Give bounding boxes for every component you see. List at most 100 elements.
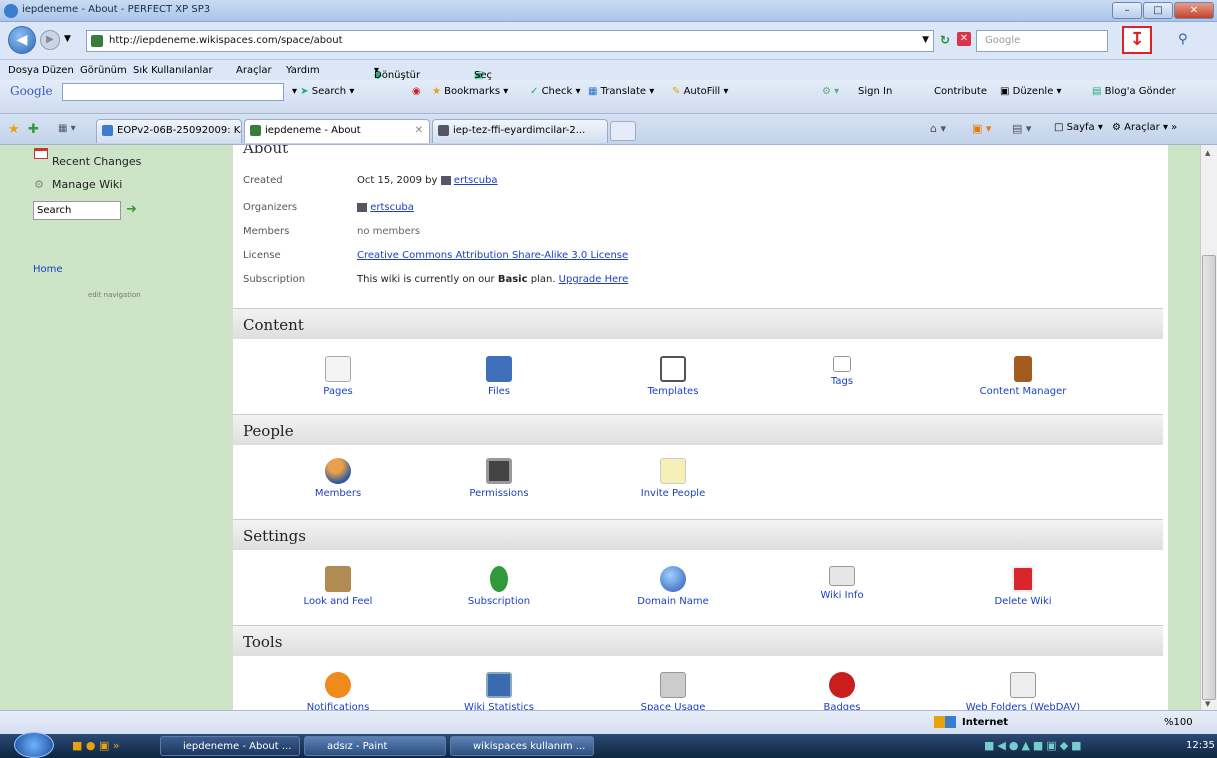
web-folders-link[interactable]: Web Folders (WebDAV) [948, 702, 1098, 710]
taskbar-item-paint[interactable]: adsız - Paint [304, 736, 446, 756]
files-link[interactable]: Files [434, 386, 564, 397]
start-button[interactable] [14, 732, 54, 758]
notifications-link[interactable]: Notifications [273, 702, 403, 710]
signin-button[interactable]: Sign In [858, 86, 892, 97]
bookmarks-button[interactable]: ★ Bookmarks ▾ [432, 86, 508, 97]
recent-changes-link[interactable]: Recent Changes [52, 155, 141, 168]
license-link[interactable]: Creative Commons Attribution Share-Alike… [357, 250, 628, 261]
back-button[interactable]: ◀ [8, 26, 36, 54]
tags-item[interactable]: Tags [777, 356, 907, 387]
quicklaunch-icons[interactable]: ■ ● ▣ » [72, 739, 120, 752]
notifications-item[interactable]: Notifications [273, 672, 403, 710]
organizer-link[interactable]: ertscuba [370, 202, 414, 213]
check-button[interactable]: ✓ Check ▾ [530, 86, 581, 97]
tab-eopv2[interactable]: EOPv2-06B-25092009: Katıl... [96, 119, 242, 143]
stop-button[interactable]: ✕ [957, 32, 971, 46]
page-menu[interactable]: □ Sayfa ▾ [1054, 122, 1103, 133]
invite-people-link[interactable]: Invite People [608, 488, 738, 499]
close-tab-icon[interactable]: ✕ [415, 125, 423, 136]
home-icon[interactable]: ⌂ ▾ [930, 122, 946, 135]
content-manager-link[interactable]: Content Manager [948, 386, 1098, 397]
permissions-link[interactable]: Permissions [434, 488, 564, 499]
permissions-item[interactable]: Permissions [434, 458, 564, 499]
templates-item[interactable]: Templates [608, 356, 738, 397]
history-dropdown-icon[interactable]: ▼ [64, 34, 71, 44]
tools-menu[interactable]: ⚙ Araçlar ▾ » [1112, 122, 1177, 133]
wiki-info-item[interactable]: Wiki Info [777, 566, 907, 601]
menu-help[interactable]: Yardım [286, 65, 320, 76]
wiki-info-link[interactable]: Wiki Info [777, 590, 907, 601]
files-item[interactable]: Files [434, 356, 564, 397]
download-arrow-icon[interactable]: ↧ [1122, 26, 1152, 54]
refresh-button[interactable]: ↻ [940, 33, 950, 47]
delete-wiki-link[interactable]: Delete Wiki [948, 596, 1098, 607]
members-item[interactable]: Members [273, 458, 403, 499]
look-and-feel-link[interactable]: Look and Feel [273, 596, 403, 607]
scroll-up-arrow-icon[interactable]: ▲ [1205, 149, 1210, 157]
sidebar-search-input[interactable]: Search [33, 201, 121, 220]
tags-link[interactable]: Tags [777, 376, 907, 387]
autofill-button[interactable]: ✎ AutoFill ▾ [672, 86, 728, 97]
google-search-input[interactable] [62, 83, 284, 101]
web-folders-item[interactable]: Web Folders (WebDAV) [948, 672, 1098, 710]
wiki-statistics-link[interactable]: Wiki Statistics [434, 702, 564, 710]
minimize-button[interactable]: – [1112, 2, 1142, 19]
vertical-scrollbar[interactable]: ▲ ▼ [1200, 145, 1217, 710]
taskbar-item-wikispaces[interactable]: wikispaces kullanım ... [450, 736, 594, 756]
badges-item[interactable]: Badges [777, 672, 907, 710]
domain-name-item[interactable]: Domain Name [608, 566, 738, 607]
domain-name-link[interactable]: Domain Name [608, 596, 738, 607]
close-window-button[interactable]: ✕ [1174, 2, 1214, 19]
convert-button[interactable]: ◆ Dönüştür ▾ [374, 65, 420, 81]
tab-iep-tez[interactable]: iep-tez-ffi-eyardimcilar-2... [432, 119, 608, 143]
invite-people-item[interactable]: Invite People [608, 458, 738, 499]
settings-wrench-icon[interactable]: ⚙ ▾ [822, 86, 839, 97]
subscription-item[interactable]: Subscription [434, 566, 564, 607]
new-tab-button[interactable] [610, 121, 636, 141]
menu-view[interactable]: Görünüm [80, 65, 127, 76]
zoom-level[interactable]: %100 [1164, 717, 1193, 728]
creator-link[interactable]: ertscuba [454, 175, 498, 186]
tab-iepdeneme-about[interactable]: iepdeneme - About ✕ [244, 119, 430, 143]
subscription-link[interactable]: Subscription [434, 596, 564, 607]
google-search-button[interactable]: ▾ ➤ Search ▾ [292, 86, 354, 97]
menu-file[interactable]: Dosya [8, 65, 39, 76]
home-link[interactable]: Home [33, 264, 63, 275]
contribute-button[interactable]: Contribute [934, 86, 987, 97]
scroll-down-arrow-icon[interactable]: ▼ [1205, 700, 1210, 708]
search-input[interactable]: Google [976, 30, 1108, 52]
add-favorite-icon[interactable]: ✚ [28, 122, 39, 137]
menu-favorites[interactable]: Sık Kullanılanlar [133, 65, 213, 76]
look-and-feel-item[interactable]: Look and Feel [273, 566, 403, 607]
pages-link[interactable]: Pages [273, 386, 403, 397]
forward-button[interactable]: ▶ [40, 30, 60, 50]
menu-edit[interactable]: Düzen [42, 65, 74, 76]
address-dropdown-icon[interactable]: ▼ [922, 35, 929, 45]
quick-tabs-icon[interactable]: ▦ ▾ [58, 123, 76, 134]
favorites-star-icon[interactable]: ★ [8, 122, 20, 137]
manage-wiki-link[interactable]: Manage Wiki [52, 178, 122, 191]
content-manager-item[interactable]: Content Manager [948, 356, 1098, 397]
edit-navigation-link[interactable]: edit navigation [88, 291, 141, 299]
templates-link[interactable]: Templates [608, 386, 738, 397]
feeds-icon[interactable]: ▣ ▾ [972, 122, 991, 135]
pages-item[interactable]: Pages [273, 356, 403, 397]
print-icon[interactable]: ▤ ▾ [1012, 122, 1031, 135]
maximize-button[interactable]: □ [1143, 2, 1173, 19]
space-usage-item[interactable]: Space Usage [608, 672, 738, 710]
search-go-icon[interactable]: ⚲ [1178, 32, 1188, 47]
blog-button[interactable]: ▤ Blog'a Gönder [1092, 86, 1176, 97]
scroll-thumb[interactable] [1202, 255, 1216, 700]
delete-wiki-item[interactable]: Delete Wiki [948, 566, 1098, 607]
taskbar-item-iepdeneme[interactable]: iepdeneme - About ... [160, 736, 300, 756]
members-link[interactable]: Members [273, 488, 403, 499]
upgrade-link[interactable]: Upgrade Here [559, 274, 629, 285]
search-go-arrow-icon[interactable]: ➜ [126, 202, 137, 217]
space-usage-link[interactable]: Space Usage [608, 702, 738, 710]
address-input[interactable]: http://iepdeneme.wikispaces.com/space/ab… [86, 30, 934, 52]
translate-button[interactable]: ▦ Translate ▾ [588, 86, 654, 97]
wiki-statistics-item[interactable]: Wiki Statistics [434, 672, 564, 710]
badges-link[interactable]: Badges [777, 702, 907, 710]
edit-button[interactable]: ▣ Düzenle ▾ [1000, 86, 1062, 97]
system-tray-icons[interactable]: ■◀●▲■▣◆■ [984, 739, 1085, 752]
